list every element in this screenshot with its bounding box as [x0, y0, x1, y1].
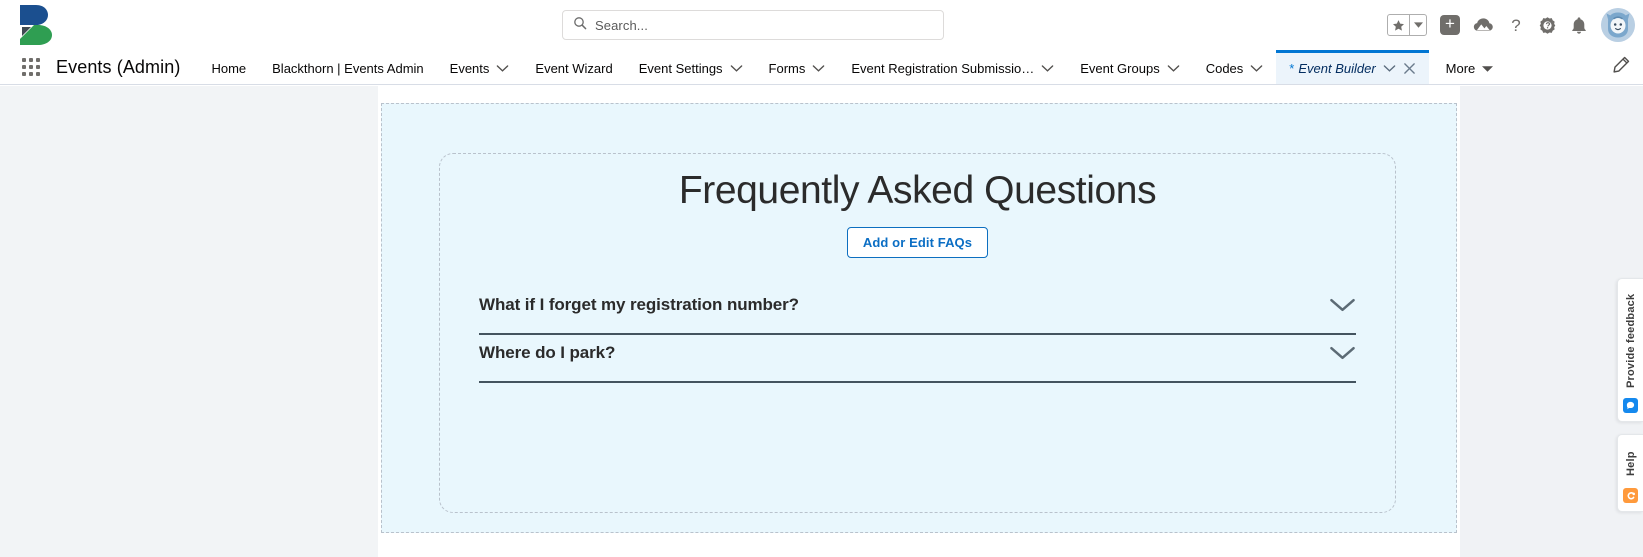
- nav-tab-forms[interactable]: Forms: [756, 50, 839, 84]
- right-gutter: [1460, 86, 1643, 557]
- faq-section[interactable]: Frequently Asked Questions Add or Edit F…: [439, 153, 1396, 513]
- nav-tab-label: Event Registration Submissio…: [851, 61, 1035, 76]
- nav-tab-event-registration-submissions[interactable]: Event Registration Submissio…: [838, 50, 1067, 84]
- global-header: Search... + ?: [0, 0, 1643, 50]
- nav-tab-label: More: [1445, 61, 1476, 76]
- avatar[interactable]: [1601, 8, 1635, 42]
- question-mark-icon[interactable]: ?: [1507, 16, 1525, 34]
- nav-tab-label: Event Settings: [638, 61, 723, 76]
- nav-tab-event-builder[interactable]: * Event Builder: [1276, 50, 1429, 84]
- svg-text:?: ?: [1511, 16, 1520, 34]
- waffle-grid-icon[interactable]: [14, 50, 48, 84]
- left-gutter: [0, 86, 378, 557]
- provide-feedback-tab[interactable]: Provide feedback: [1617, 278, 1643, 422]
- nav-tab-list: Home Blackthorn | Events Admin Events Ev…: [198, 50, 1599, 84]
- blackthorn-logo[interactable]: [14, 3, 56, 47]
- nav-tab-home[interactable]: Home: [198, 50, 259, 84]
- global-search[interactable]: Search...: [562, 10, 944, 40]
- cloud-mountain-icon[interactable]: [1473, 17, 1494, 34]
- nav-tab-label: Home: [211, 61, 247, 76]
- provide-feedback-label: Provide feedback: [1624, 293, 1637, 388]
- chevron-down-icon[interactable]: [730, 61, 743, 76]
- nav-tab-label: Codes: [1205, 61, 1244, 76]
- caret-down-icon[interactable]: [1482, 61, 1494, 76]
- add-or-edit-faqs-button[interactable]: Add or Edit FAQs: [846, 227, 989, 258]
- unsaved-changes-marker: *: [1289, 61, 1295, 76]
- builder-drop-frame[interactable]: Frequently Asked Questions Add or Edit F…: [381, 103, 1457, 533]
- faq-list: What if I forget my registration number?…: [479, 287, 1356, 383]
- search-input[interactable]: Search...: [562, 10, 944, 40]
- app-navigation-bar: Events (Admin) Home Blackthorn | Events …: [0, 50, 1643, 85]
- bell-icon[interactable]: [1570, 16, 1588, 35]
- nav-tab-blackthorn-events-admin[interactable]: Blackthorn | Events Admin: [259, 50, 437, 84]
- help-tab[interactable]: Help: [1617, 434, 1643, 512]
- feedback-badge-icon: [1623, 398, 1638, 413]
- chevron-down-icon[interactable]: [1329, 297, 1356, 313]
- nav-tab-event-groups[interactable]: Event Groups: [1067, 50, 1193, 84]
- nav-tab-events[interactable]: Events: [437, 50, 523, 84]
- nav-tab-label: Event Builder: [1298, 61, 1376, 76]
- nav-tab-label: Events: [449, 61, 490, 76]
- nav-tab-label: Event Groups: [1080, 61, 1160, 76]
- chevron-down-icon[interactable]: [812, 61, 825, 76]
- search-placeholder-text: Search...: [595, 17, 648, 33]
- event-builder-canvas: Frequently Asked Questions Add or Edit F…: [378, 86, 1460, 557]
- chevron-down-icon[interactable]: [1383, 61, 1396, 76]
- gear-icon[interactable]: [1538, 16, 1557, 35]
- page-title: Frequently Asked Questions: [678, 169, 1157, 212]
- help-badge-icon: [1623, 488, 1638, 503]
- pencil-icon[interactable]: [1612, 56, 1630, 78]
- nav-tab-label: Event Wizard: [535, 61, 613, 76]
- faq-item[interactable]: What if I forget my registration number?: [479, 287, 1356, 335]
- close-icon[interactable]: [1403, 62, 1416, 75]
- chevron-down-icon[interactable]: [1041, 61, 1054, 76]
- nav-tab-more[interactable]: More: [1433, 50, 1507, 84]
- search-icon: [573, 16, 587, 35]
- faq-edit-button-wrap: Add or Edit FAQs: [440, 227, 1395, 258]
- nav-tab-codes[interactable]: Codes: [1193, 50, 1277, 84]
- star-icon[interactable]: [1388, 15, 1410, 35]
- app-name[interactable]: Events (Admin): [48, 50, 198, 84]
- faq-item[interactable]: Where do I park?: [479, 335, 1356, 383]
- favorites-group[interactable]: [1387, 14, 1427, 36]
- nav-tab-event-settings[interactable]: Event Settings: [626, 50, 756, 84]
- faq-question: What if I forget my registration number?: [479, 295, 799, 314]
- edit-page-pencil[interactable]: [1599, 50, 1643, 84]
- nav-tab-event-wizard[interactable]: Event Wizard: [522, 50, 625, 84]
- nav-tab-label: Forms: [768, 61, 806, 76]
- utility-icon-bar: + ?: [1387, 0, 1635, 50]
- chevron-down-icon[interactable]: [496, 61, 509, 76]
- caret-down-icon[interactable]: [1410, 15, 1426, 35]
- nav-tab-label: Blackthorn | Events Admin: [272, 61, 424, 76]
- help-label: Help: [1624, 451, 1637, 476]
- faq-question: Where do I park?: [479, 343, 616, 362]
- page-body: Frequently Asked Questions Add or Edit F…: [0, 86, 1643, 557]
- chevron-down-icon[interactable]: [1329, 345, 1356, 361]
- chevron-down-icon[interactable]: [1167, 61, 1180, 76]
- chevron-down-icon[interactable]: [1250, 61, 1263, 76]
- plus-icon[interactable]: +: [1440, 15, 1460, 35]
